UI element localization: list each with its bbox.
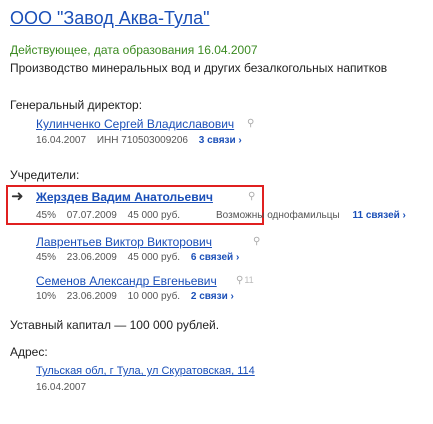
address-label: Адрес: (10, 345, 48, 359)
company-status: Действующее, дата образования 16.04.2007 (10, 43, 258, 57)
arrow-right-icon: ➜ (11, 188, 24, 205)
director-name[interactable]: Кулинченко Сергей Владиславович (36, 117, 234, 131)
founders-label: Учредители: (10, 168, 80, 182)
search-icon[interactable]: ⚲ (253, 236, 260, 247)
founder-date-3: 23.06.2009 (66, 291, 117, 302)
founder-amount-1: 45 000 руб. (127, 210, 181, 221)
founder-extra-1: Возможны однофамильцы 11 связей › (216, 210, 406, 221)
founder-links-2[interactable]: 6 связей › (191, 252, 239, 263)
founder-amount-2: 45 000 руб. (127, 252, 181, 263)
founder-meta-1: 45% 07.07.2009 45 000 руб. (36, 210, 188, 221)
founder-percent-2: 45% (36, 252, 57, 263)
address-value[interactable]: Тульская обл, г Тула, ул Скуратовская, 1… (36, 365, 255, 377)
search-icon[interactable]: ⚲ (248, 191, 255, 202)
address-date: 16.04.2007 (36, 382, 87, 393)
company-title[interactable]: ООО "Завод Аква-Тула" (10, 8, 210, 29)
founder-meta-3: 10% 23.06.2009 10 000 руб. 2 связи › (36, 291, 242, 302)
director-label: Генеральный директор: (10, 98, 143, 112)
founder-links-1[interactable]: 11 связей › (352, 210, 405, 221)
search-icon[interactable]: ⚲ (247, 118, 254, 129)
founder-meta-2: 45% 23.06.2009 45 000 руб. 6 связей › (36, 252, 247, 263)
director-date: 16.04.2007 (36, 135, 87, 146)
founder-name-1[interactable]: Жерздев Вадим Анатольевич (36, 190, 213, 204)
founder-count-3: 11 (244, 275, 254, 285)
company-activity: Производство минеральных вод и других бе… (10, 61, 388, 75)
founder-percent-3: 10% (36, 291, 57, 302)
director-meta: 16.04.2007 ИНН 710503009206 3 связи › (36, 135, 250, 146)
founder-date-1: 07.07.2009 (66, 210, 117, 221)
founder-name-2[interactable]: Лаврентьев Виктор Викторович (36, 235, 212, 249)
founder-percent-1: 45% (36, 210, 57, 221)
founder-links-3[interactable]: 2 связи › (191, 291, 234, 302)
founder-name-3[interactable]: Семенов Александр Евгеньевич (36, 274, 217, 288)
director-links[interactable]: 3 связи › (199, 135, 242, 146)
director-inn: ИНН 710503009206 (96, 135, 188, 146)
search-icon[interactable]: ⚲11 (236, 275, 254, 286)
authorized-capital: Уставный капитал — 100 000 рублей. (10, 318, 220, 332)
founder-note-1: Возможны однофамильцы (216, 210, 340, 221)
founder-amount-3: 10 000 руб. (127, 291, 181, 302)
founder-date-2: 23.06.2009 (66, 252, 117, 263)
